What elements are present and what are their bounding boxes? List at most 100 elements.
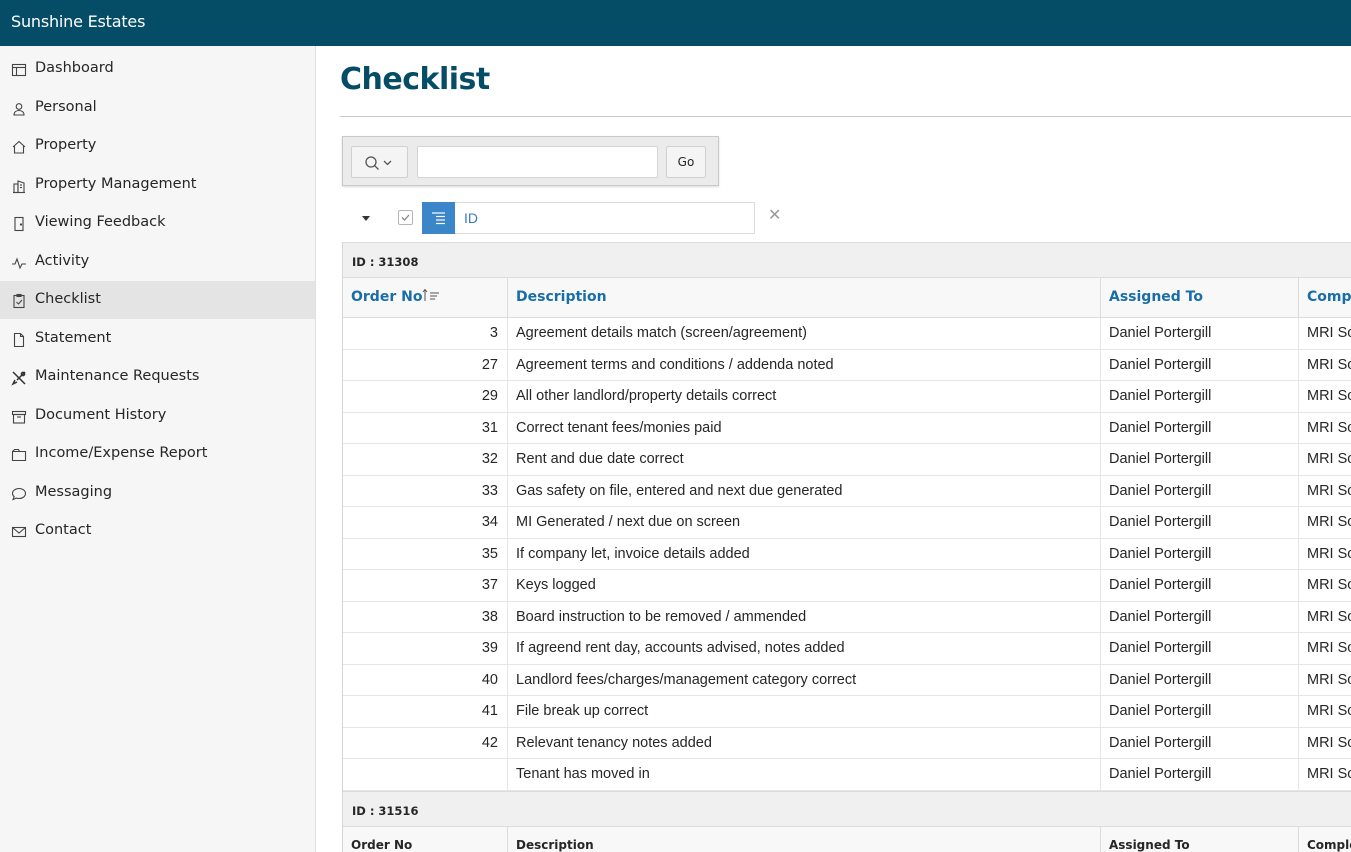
order-value: 41 [481,703,498,719]
sidebar-item-viewing-feedback[interactable]: Viewing Feedback [0,204,315,242]
column-header-label: Compl [1307,289,1351,305]
description-value: Keys logged [516,577,596,593]
table-row: 34 MI Generated / next due on screen Danie… [343,507,1351,539]
description-value: Agreement details match (screen/agreemen… [516,325,807,341]
table-row: 35 If company let, invoice details added D… [343,538,1351,571]
order-cell: 35 [343,538,508,570]
description-value: File break up correct [516,703,649,719]
remove-filter-icon[interactable]: ✕ [768,208,782,224]
control-break-icon [422,202,455,234]
description-cell: Rent and due date correct [508,444,1101,476]
sidebar-item-contact[interactable]: Contact [0,512,315,550]
dashboard-icon [11,62,27,78]
assigned-cell: Daniel Portergill [1101,318,1299,350]
order-value: 40 [481,671,498,688]
assigned-cell: Daniel Portergill [1101,601,1299,633]
column-header-label: Order No [351,289,423,305]
completed-value: MRI So [1307,545,1351,562]
app-title[interactable]: Sunshine Estates [11,12,145,31]
column-header-completed[interactable]: Compl [1299,278,1351,318]
go-button[interactable]: Go [666,146,706,178]
order-cell: 33 [343,475,508,507]
order-cell: 37 [343,570,508,602]
column-header-description[interactable]: Description [508,278,1101,318]
order-cell: 27 [343,349,508,381]
completed-cell: MRI So [1299,665,1351,697]
completed-value: MRI So [1307,703,1351,719]
sidebar-item-document-history[interactable]: Document History [0,397,315,435]
completed-value: MRI So [1307,577,1351,593]
sidebar-item-checklist[interactable]: Checklist [0,281,315,319]
description-cell: All other landlord/property details corr… [508,381,1101,413]
title-divider [340,116,1351,117]
completed-cell: MRI So [1299,759,1351,791]
search-input[interactable] [417,146,658,178]
completed-value: MRI So [1307,356,1351,373]
completed-cell: MRI So [1299,633,1351,665]
sidebar-item-dashboard[interactable]: Dashboard [0,50,315,88]
control-break-filter[interactable]: ID [422,202,755,234]
column-header-completed[interactable]: Comple [1299,827,1351,852]
collapse-filter-icon[interactable] [360,212,372,224]
sidebar-item-personal[interactable]: Personal [0,89,315,127]
column-header-label: Comple [1307,837,1351,852]
order-value: 3 [489,325,498,341]
column-header-assigned-to[interactable]: Assigned To [1101,278,1299,318]
assigned-cell: Daniel Portergill [1101,349,1299,381]
assigned-value: Daniel Portergill [1109,703,1212,719]
sidebar-item-label: Property Management [35,176,197,192]
completed-value: MRI So [1307,608,1351,625]
description-cell: If agreend rent day, accounts advised, n… [508,633,1101,665]
order-cell: 3 [343,318,508,350]
order-value: 31 [481,419,498,436]
tools-icon [11,370,27,386]
table-row: 41 File break up correct Daniel Portergill… [343,696,1351,728]
completed-value: MRI So [1307,419,1351,436]
sidebar-item-statement[interactable]: Statement [0,320,315,358]
order-cell: 31 [343,412,508,444]
order-cell: 42 [343,727,508,759]
archive-icon [11,409,27,425]
completed-value: MRI So [1307,451,1351,467]
completed-cell: MRI So [1299,728,1351,760]
sidebar-item-property[interactable]: Property [0,127,315,165]
sidebar-item-property-management[interactable]: Property Management [0,166,315,204]
description-value: All other landlord/property details corr… [516,388,777,404]
description-cell: Keys logged [508,570,1101,602]
assigned-cell: Daniel Portergill [1101,444,1299,476]
assigned-value: Daniel Portergill [1109,482,1212,499]
report-table: ID : 31308 Order No Description Assigned… [342,242,1351,852]
table-row: 38 Board instruction to be removed / amme… [343,601,1351,633]
assigned-value: Daniel Portergill [1109,734,1212,751]
sidebar-item-maintenance-requests[interactable]: Maintenance Requests [0,358,315,396]
table-row: 32 Rent and due date correct Daniel Porter… [343,444,1351,476]
table-row: 37 Keys logged Daniel Portergill MRI So [343,570,1351,602]
assigned-cell: Daniel Portergill [1101,759,1299,791]
sidebar-item-messaging[interactable]: Messaging [0,474,315,512]
order-cell: 38 [343,601,508,633]
search-column-menu-button[interactable] [351,146,408,178]
description-cell: Gas safety on file, entered and next due… [508,475,1101,507]
column-header-order-no[interactable]: Order No [343,278,508,318]
sidebar-item-label: Dashboard [35,60,114,76]
assigned-value: Daniel Portergill [1109,514,1212,530]
sidebar-item-activity[interactable]: Activity [0,243,315,281]
assigned-cell: Daniel Portergill [1101,696,1299,728]
table-row: 3 Agreement details match (screen/agreeme… [343,318,1351,350]
sidebar-item-income-expense-report[interactable]: Income/Expense Report [0,435,315,473]
column-header-assigned-to[interactable]: Assigned To [1101,826,1299,852]
assigned-cell: Daniel Portergill [1101,664,1299,696]
assigned-value: Daniel Portergill [1109,419,1212,436]
chat-icon [11,486,27,502]
filter-enable-checkbox[interactable] [398,210,413,225]
assigned-cell: Daniel Portergill [1101,412,1299,444]
description-value: If agreend rent day, accounts advised, n… [516,640,845,656]
order-value: 39 [481,640,498,656]
completed-value: MRI So [1307,514,1351,530]
column-header-order-no[interactable]: Order No [343,826,508,852]
column-header-description[interactable]: Description [508,826,1101,852]
main-content: Checklist Go ID ✕ ID : 31308 Order No De… [316,46,1351,852]
completed-cell: MRI So [1299,539,1351,571]
assigned-value: Daniel Portergill [1109,388,1212,404]
completed-cell: MRI So [1299,318,1351,350]
